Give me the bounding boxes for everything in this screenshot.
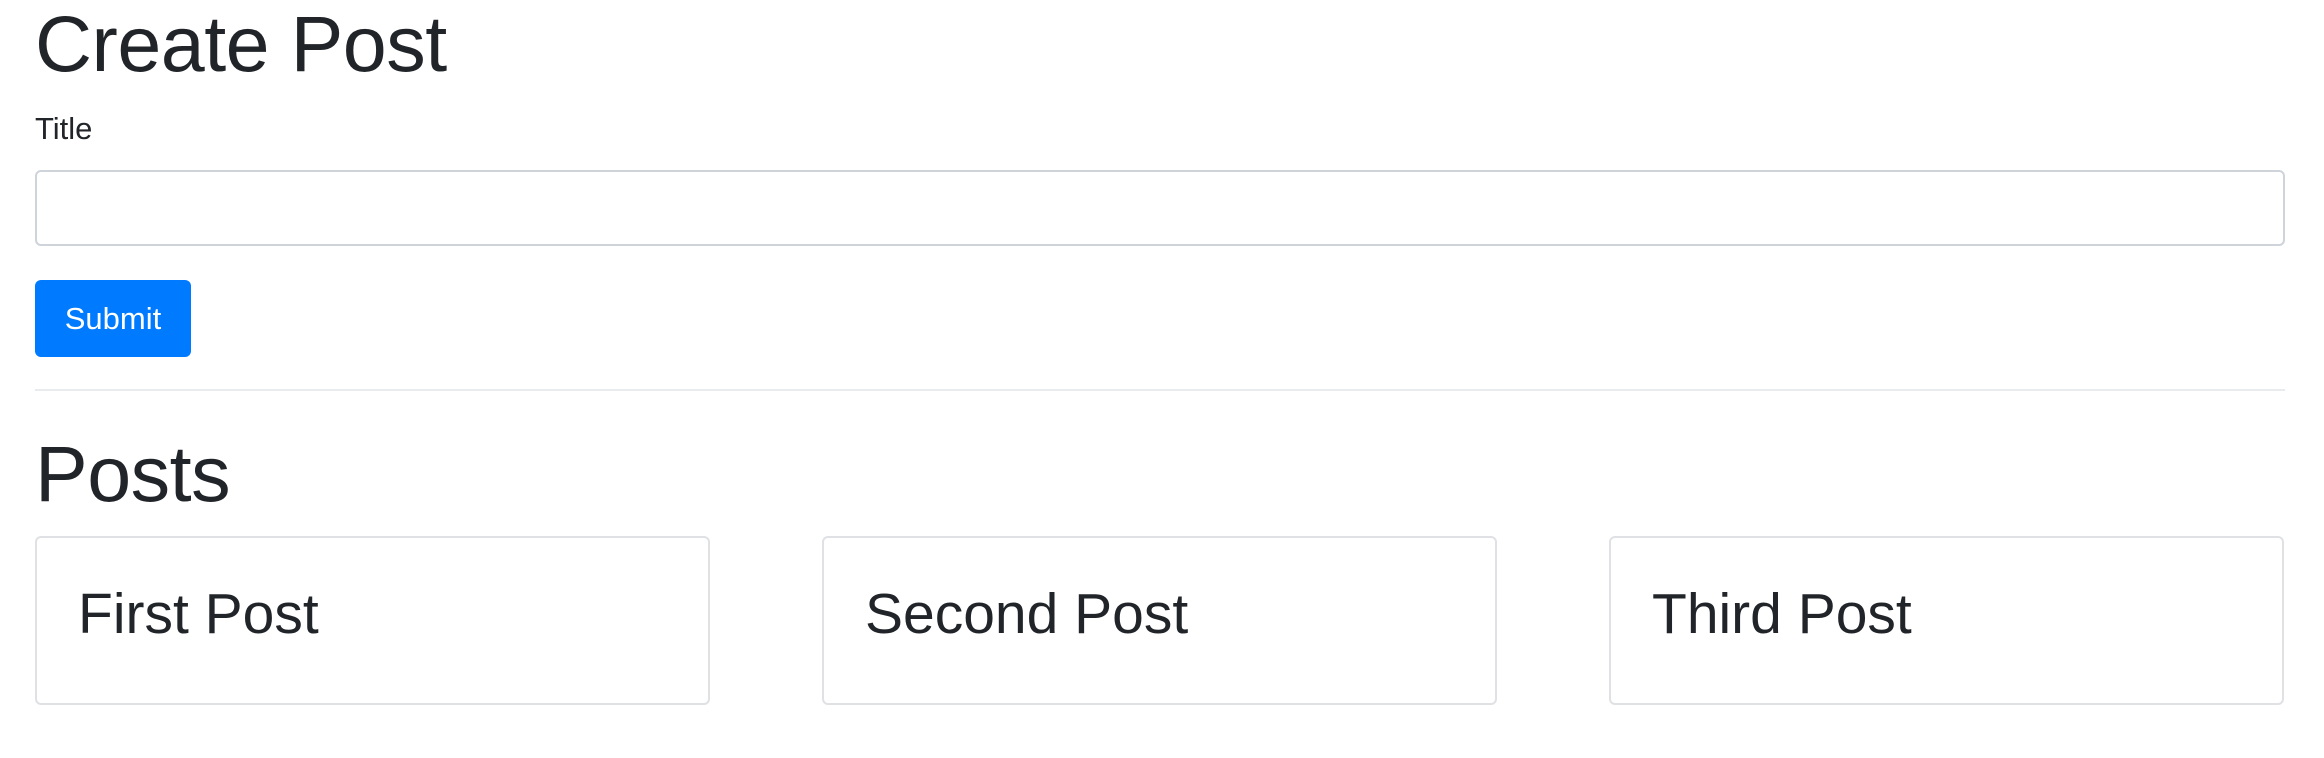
section-divider bbox=[35, 389, 2285, 391]
post-title: Third Post bbox=[1652, 582, 1912, 646]
post-title: First Post bbox=[78, 582, 319, 646]
title-input[interactable] bbox=[35, 170, 2285, 246]
create-post-heading: Create Post bbox=[35, 0, 447, 88]
submit-button[interactable]: Submit bbox=[35, 280, 191, 357]
post-card: First Post bbox=[35, 536, 710, 705]
post-title: Second Post bbox=[865, 582, 1189, 646]
title-label: Title bbox=[35, 111, 93, 146]
post-card: Second Post bbox=[822, 536, 1497, 705]
posts-heading: Posts bbox=[35, 429, 231, 518]
post-card: Third Post bbox=[1609, 536, 2284, 705]
posts-list: First Post Second Post Third Post bbox=[35, 536, 2285, 705]
